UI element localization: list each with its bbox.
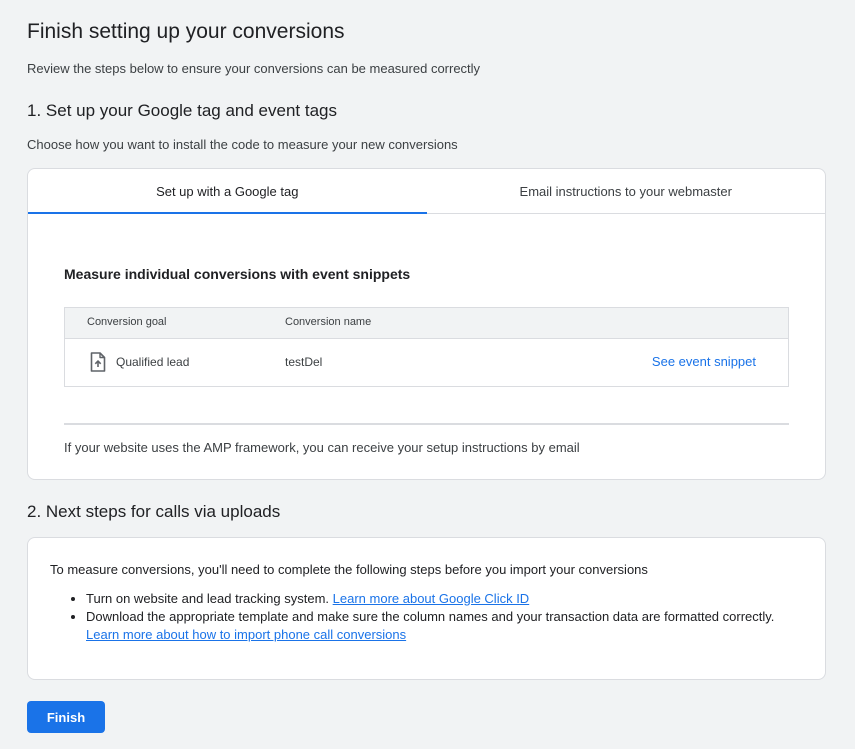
google-tag-setup-card: Set up with a Google tag Email instructi… xyxy=(27,168,826,480)
section1-description: Choose how you want to install the code … xyxy=(27,137,458,152)
column-header-conversion-name: Conversion name xyxy=(285,316,372,328)
table-row: Qualified lead testDel See event snippet xyxy=(65,339,788,386)
row-conversion-goal: Qualified lead xyxy=(116,355,190,369)
column-header-conversion-goal: Conversion goal xyxy=(87,316,167,328)
install-method-tabs: Set up with a Google tag Email instructi… xyxy=(28,169,825,214)
document-upload-icon xyxy=(90,352,106,372)
finish-button[interactable]: Finish xyxy=(27,701,105,733)
conversions-table: Conversion goal Conversion name Qualifie… xyxy=(64,307,789,387)
call-uploads-intro: To measure conversions, you'll need to c… xyxy=(50,562,648,577)
step-text: Download the appropriate template and ma… xyxy=(86,609,775,624)
list-item: Turn on website and lead tracking system… xyxy=(86,590,774,608)
amp-framework-note: If your website uses the AMP framework, … xyxy=(64,440,580,455)
table-header: Conversion goal Conversion name xyxy=(65,308,788,339)
section-divider xyxy=(64,423,789,425)
learn-more-import-calls-link[interactable]: Learn more about how to import phone cal… xyxy=(86,627,406,642)
learn-more-click-id-link[interactable]: Learn more about Google Click ID xyxy=(333,591,530,606)
see-event-snippet-link[interactable]: See event snippet xyxy=(652,354,756,369)
tab-google-tag[interactable]: Set up with a Google tag xyxy=(28,169,427,214)
page-title: Finish setting up your conversions xyxy=(27,20,345,43)
section1-heading: 1. Set up your Google tag and event tags xyxy=(27,101,337,120)
call-uploads-card: To measure conversions, you'll need to c… xyxy=(27,537,826,680)
next-steps-list: Turn on website and lead tracking system… xyxy=(50,590,774,644)
event-snippets-heading: Measure individual conversions with even… xyxy=(64,266,411,282)
page-subtitle: Review the steps below to ensure your co… xyxy=(27,61,481,76)
row-conversion-name: testDel xyxy=(285,355,323,369)
step-text: Turn on website and lead tracking system… xyxy=(86,591,330,606)
section2-heading: 2. Next steps for calls via uploads xyxy=(27,502,281,521)
list-item: Download the appropriate template and ma… xyxy=(86,608,774,644)
tab-email-webmaster[interactable]: Email instructions to your webmaster xyxy=(427,169,826,213)
